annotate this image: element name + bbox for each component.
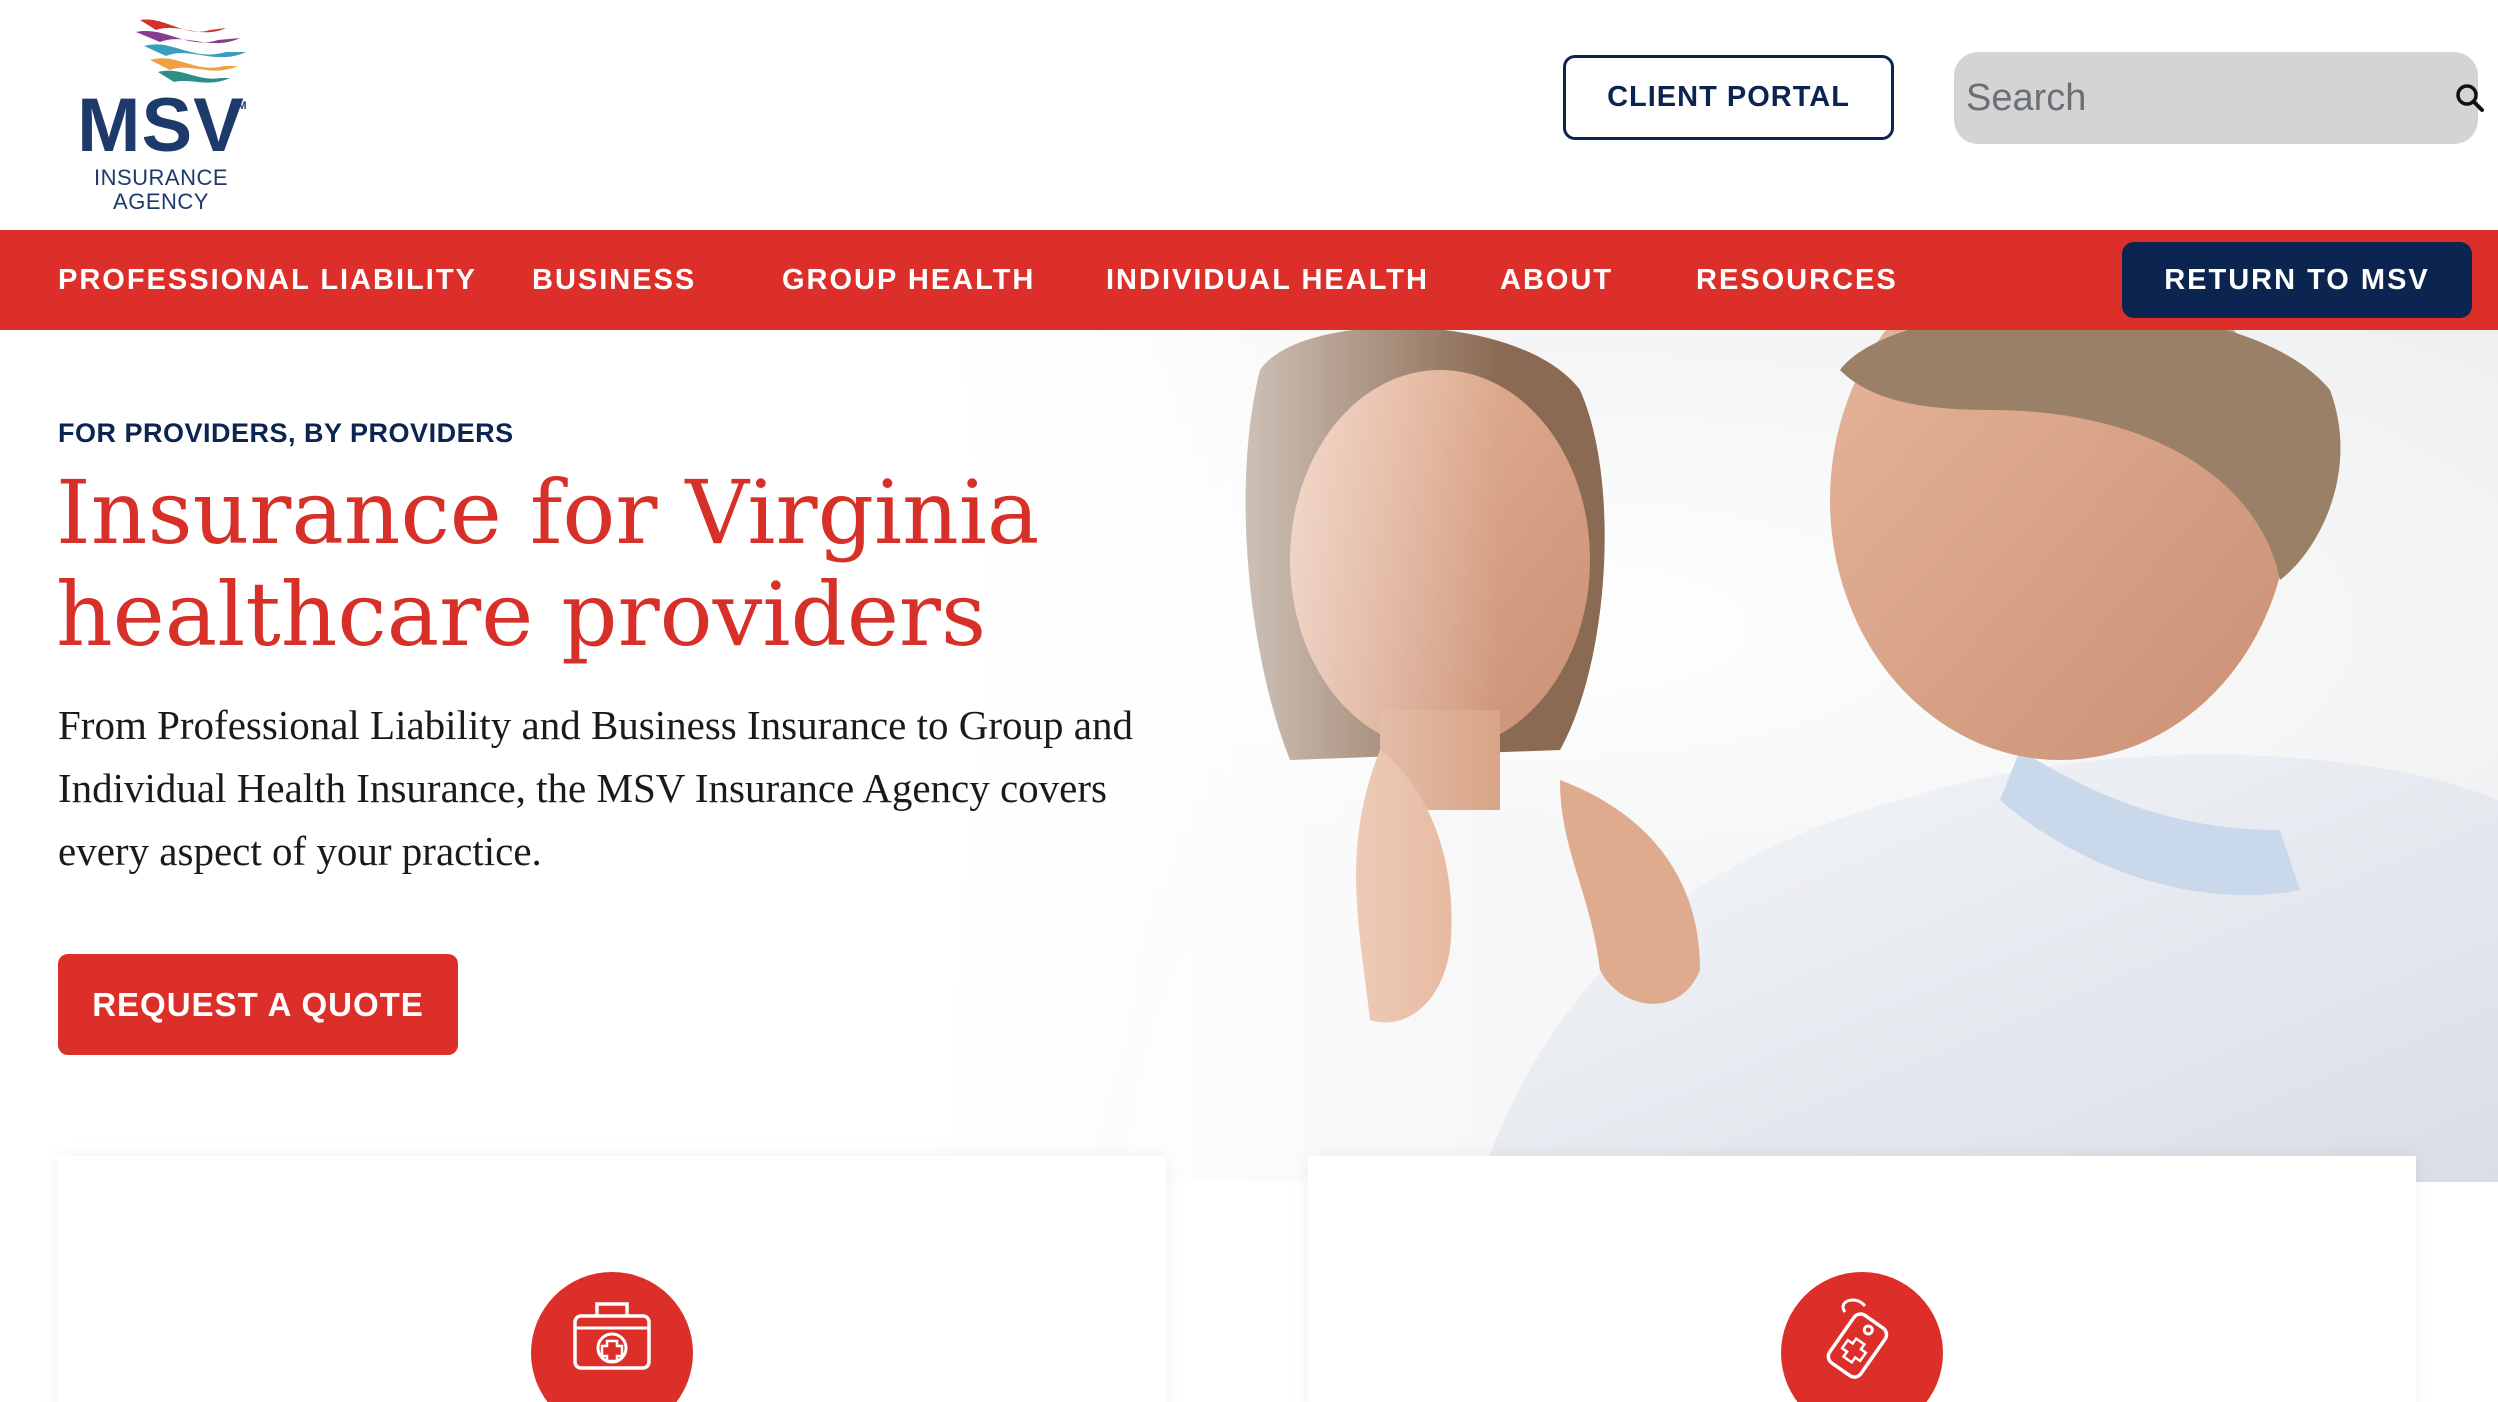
return-to-msv-button[interactable]: RETURN TO MSV: [2122, 242, 2472, 318]
main-navigation: PROFESSIONAL LIABILITY BUSINESS GROUP HE…: [0, 230, 2498, 330]
nav-item-business[interactable]: BUSINESS: [532, 230, 696, 330]
hero-section: FOR PROVIDERS, BY PROVIDERS Insurance fo…: [0, 330, 2498, 1182]
hero-description: From Professional Liability and Business…: [58, 702, 1133, 874]
search-input[interactable]: [1966, 76, 2455, 120]
nav-item-about[interactable]: ABOUT: [1500, 230, 1613, 330]
service-card-2[interactable]: [1308, 1156, 2416, 1402]
service-card-1[interactable]: [58, 1156, 1166, 1402]
hero-eyebrow: FOR PROVIDERS, BY PROVIDERS: [58, 418, 514, 448]
logo-name: MSV: [77, 83, 245, 168]
hero-title-line2: healthcare providers: [56, 563, 987, 666]
nav-item-individual-health[interactable]: INDIVIDUAL HEALTH: [1106, 230, 1429, 330]
search-icon[interactable]: [2455, 80, 2485, 116]
logo-service-mark: SM: [230, 100, 247, 112]
nav-item-resources[interactable]: RESOURCES: [1696, 230, 1898, 330]
hero-title-line1: Insurance for Virginia: [56, 461, 1040, 564]
medical-kit-icon: [531, 1272, 693, 1402]
nav-item-professional-liability[interactable]: PROFESSIONAL LIABILITY: [58, 230, 477, 330]
request-quote-button[interactable]: REQUEST A QUOTE: [58, 954, 458, 1055]
msv-logo[interactable]: MSV INSURANCE AGENCY SM: [70, 16, 290, 216]
logo-wordmark: MSV INSURANCE AGENCY: [76, 86, 246, 214]
nav-item-group-health[interactable]: GROUP HEALTH: [782, 230, 1035, 330]
hero-title: Insurance for Virginia healthcare provid…: [56, 462, 1156, 666]
medical-tag-icon: [1781, 1272, 1943, 1402]
site-header: MSV INSURANCE AGENCY SM CLIENT PORTAL: [0, 0, 2498, 230]
search-bar: [1954, 52, 2484, 144]
client-portal-button[interactable]: CLIENT PORTAL: [1563, 55, 1894, 140]
logo-subtitle-line2: AGENCY: [113, 189, 209, 214]
logo-subtitle-line1: INSURANCE: [93, 165, 229, 190]
